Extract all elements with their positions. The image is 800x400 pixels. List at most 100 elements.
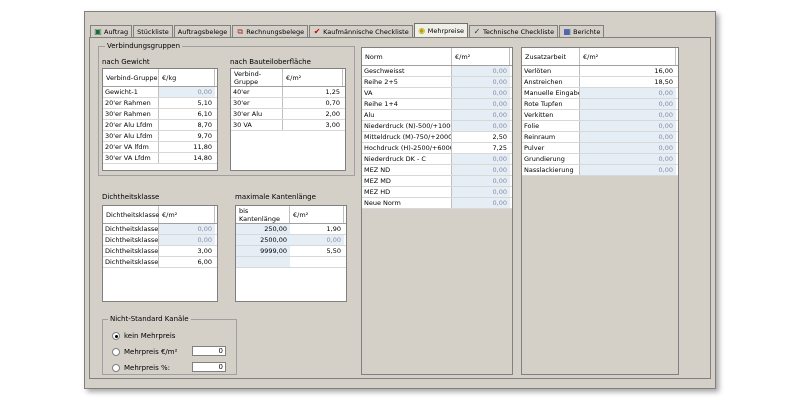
table-row[interactable]: Grundierung 0,00 (522, 154, 678, 165)
radio-button[interactable] (112, 332, 120, 340)
row-value[interactable]: 0,00 (452, 88, 510, 98)
column-header: €/m² (290, 206, 344, 223)
row-value[interactable]: 1,25 (283, 87, 343, 97)
row-value[interactable]: 5,50 (290, 246, 344, 256)
row-value[interactable]: 18,50 (580, 77, 676, 87)
kantenlaenge-title: maximale Kantenlänge (235, 193, 316, 201)
row-value[interactable]: 2,50 (452, 132, 510, 142)
row-value[interactable]: 0,00 (580, 154, 676, 164)
table-row[interactable]: Dichtheitsklasse C 3,00 (103, 246, 217, 257)
row-value[interactable]: 9,70 (159, 131, 215, 141)
row-value[interactable]: 0,00 (452, 66, 510, 76)
table-row[interactable]: Reihe 1+4 0,00 (362, 99, 512, 110)
table-row[interactable]: 30'er Rahmen 6,10 (103, 109, 217, 120)
radio-mehrpreis-prozent[interactable]: Mehrpreis %: (112, 364, 170, 372)
radio-button[interactable] (112, 348, 120, 356)
row-value[interactable]: 0,00 (580, 143, 676, 153)
table-row[interactable]: 40'er 1,25 (231, 87, 345, 98)
row-value[interactable]: 1,90 (290, 224, 344, 234)
row-value[interactable]: 6,10 (159, 109, 215, 119)
table-row[interactable]: 30 VA 3,00 (231, 120, 345, 131)
row-value[interactable]: 2,00 (283, 109, 343, 119)
row-value[interactable]: 0,00 (580, 99, 676, 109)
report-icon: ▦ (563, 27, 571, 36)
row-value[interactable]: 0,00 (452, 154, 510, 164)
row-value[interactable]: 0,00 (452, 121, 510, 131)
table-row[interactable]: Folie 0,00 (522, 121, 678, 132)
table-row[interactable]: 20'er Rahmen 5,10 (103, 98, 217, 109)
tab-label: Technische Checkliste (482, 28, 555, 36)
row-value[interactable]: 0,00 (452, 165, 510, 175)
table-row[interactable]: Dichtheitsklasse D6,00 (103, 257, 217, 268)
row-value[interactable]: 8,70 (159, 120, 215, 130)
row-value[interactable]: 0,00 (580, 132, 676, 142)
table-row[interactable]: 9999,00 5,50 (236, 246, 346, 257)
mehrpreis-qm-input[interactable]: 0 (192, 346, 226, 356)
table-row[interactable]: MEZ HD 0,00 (362, 187, 512, 198)
row-value[interactable]: 0,00 (452, 77, 510, 87)
table-row[interactable]: Nasslackierung 0,00 (522, 165, 678, 176)
table-row[interactable]: Reinraum 0,00 (522, 132, 678, 143)
table-row[interactable]: Neue Norm 0,00 (362, 198, 512, 209)
row-value[interactable]: 3,00 (159, 246, 215, 256)
row-value[interactable]: 0,00 (452, 176, 510, 186)
row-value[interactable]: 0,70 (283, 98, 343, 108)
table-row[interactable] (236, 257, 346, 268)
row-value[interactable]: 0,00 (159, 87, 215, 97)
table-row[interactable]: Verlöten 16,00 (522, 66, 678, 77)
row-value[interactable]: 11,80 (159, 142, 215, 152)
row-value[interactable]: 14,80 (159, 153, 215, 163)
table-row[interactable]: Hochdruck (H)-2500/+6000Pa 7,25 (362, 143, 512, 154)
row-value[interactable]: 0,00 (290, 235, 344, 245)
row-value[interactable]: 0,00 (452, 198, 510, 208)
row-value[interactable]: 6,00 (159, 257, 215, 267)
table-row[interactable]: Pulver 0,00 (522, 143, 678, 154)
row-value[interactable]: 16,00 (580, 66, 676, 76)
column-header: Verbind-Gruppe (103, 69, 159, 86)
table-row[interactable]: 20'er VA lfdm 11,80 (103, 142, 217, 153)
row-value[interactable]: 0,00 (452, 110, 510, 120)
row-value[interactable] (290, 257, 344, 267)
table-row[interactable]: Gewicht-1 0,00 (103, 87, 217, 98)
table-row[interactable]: Niederdruck (N)-500/+1000Pa0,00 (362, 121, 512, 132)
row-value[interactable]: 0,00 (580, 110, 676, 120)
table-row[interactable]: Niederdruck DK - C 0,00 (362, 154, 512, 165)
radio-kein-mehrpreis[interactable]: kein Mehrpreis (112, 332, 175, 340)
table-row[interactable]: Dichtheitsklasse A 0,00 (103, 224, 217, 235)
table-row[interactable]: Verkitten 0,00 (522, 110, 678, 121)
table-row[interactable]: Rote Tupfen 0,00 (522, 99, 678, 110)
row-value[interactable]: 7,25 (452, 143, 510, 153)
table-row[interactable]: Reihe 2+5 0,00 (362, 77, 512, 88)
row-value[interactable]: 0,00 (159, 224, 215, 234)
table-row[interactable]: 20'er Alu Lfdm 8,70 (103, 120, 217, 131)
mehrpreis-prozent-input[interactable]: 0 (192, 362, 226, 372)
table-row[interactable]: MEZ ND 0,00 (362, 165, 512, 176)
table-row[interactable]: 250,00 1,90 (236, 224, 346, 235)
table-row[interactable]: 30'er Alu 2,00 (231, 109, 345, 120)
row-label: MEZ HD (362, 187, 452, 197)
table-row[interactable]: VA 0,00 (362, 88, 512, 99)
row-label: Niederdruck (N)-500/+1000Pa (362, 121, 452, 131)
radio-button[interactable] (112, 364, 120, 372)
row-value[interactable]: 0,00 (580, 88, 676, 98)
row-value[interactable]: 0,00 (452, 99, 510, 109)
table-row[interactable]: Alu 0,00 (362, 110, 512, 121)
table-row[interactable]: Mitteldruck (M)-750/+2000Pa 2,50 (362, 132, 512, 143)
table-row[interactable]: Dichtheitsklasse B 0,00 (103, 235, 217, 246)
table-row[interactable]: Anstreichen 18,50 (522, 77, 678, 88)
row-value[interactable]: 5,10 (159, 98, 215, 108)
row-value[interactable]: 3,00 (283, 120, 343, 130)
table-row[interactable]: 30'er 0,70 (231, 98, 345, 109)
table-row[interactable]: MEZ MD 0,00 (362, 176, 512, 187)
row-value[interactable]: 0,00 (159, 235, 215, 245)
table-row[interactable]: 30'er Alu Lfdm 9,70 (103, 131, 217, 142)
table-row[interactable]: 2500,00 0,00 (236, 235, 346, 246)
row-value[interactable]: 0,00 (580, 165, 676, 175)
table-row[interactable]: Manuelle Eingabe 0,00 (522, 88, 678, 99)
radio-mehrpreis-qm[interactable]: Mehrpreis €/m² (112, 348, 177, 356)
table-row[interactable]: Geschweisst 0,00 (362, 66, 512, 77)
tab-5[interactable]: ◉ Mehrpreise (413, 23, 468, 38)
table-row[interactable]: 30'er VA Lfdm 14,80 (103, 153, 217, 164)
row-value[interactable]: 0,00 (580, 121, 676, 131)
row-value[interactable]: 0,00 (452, 187, 510, 197)
